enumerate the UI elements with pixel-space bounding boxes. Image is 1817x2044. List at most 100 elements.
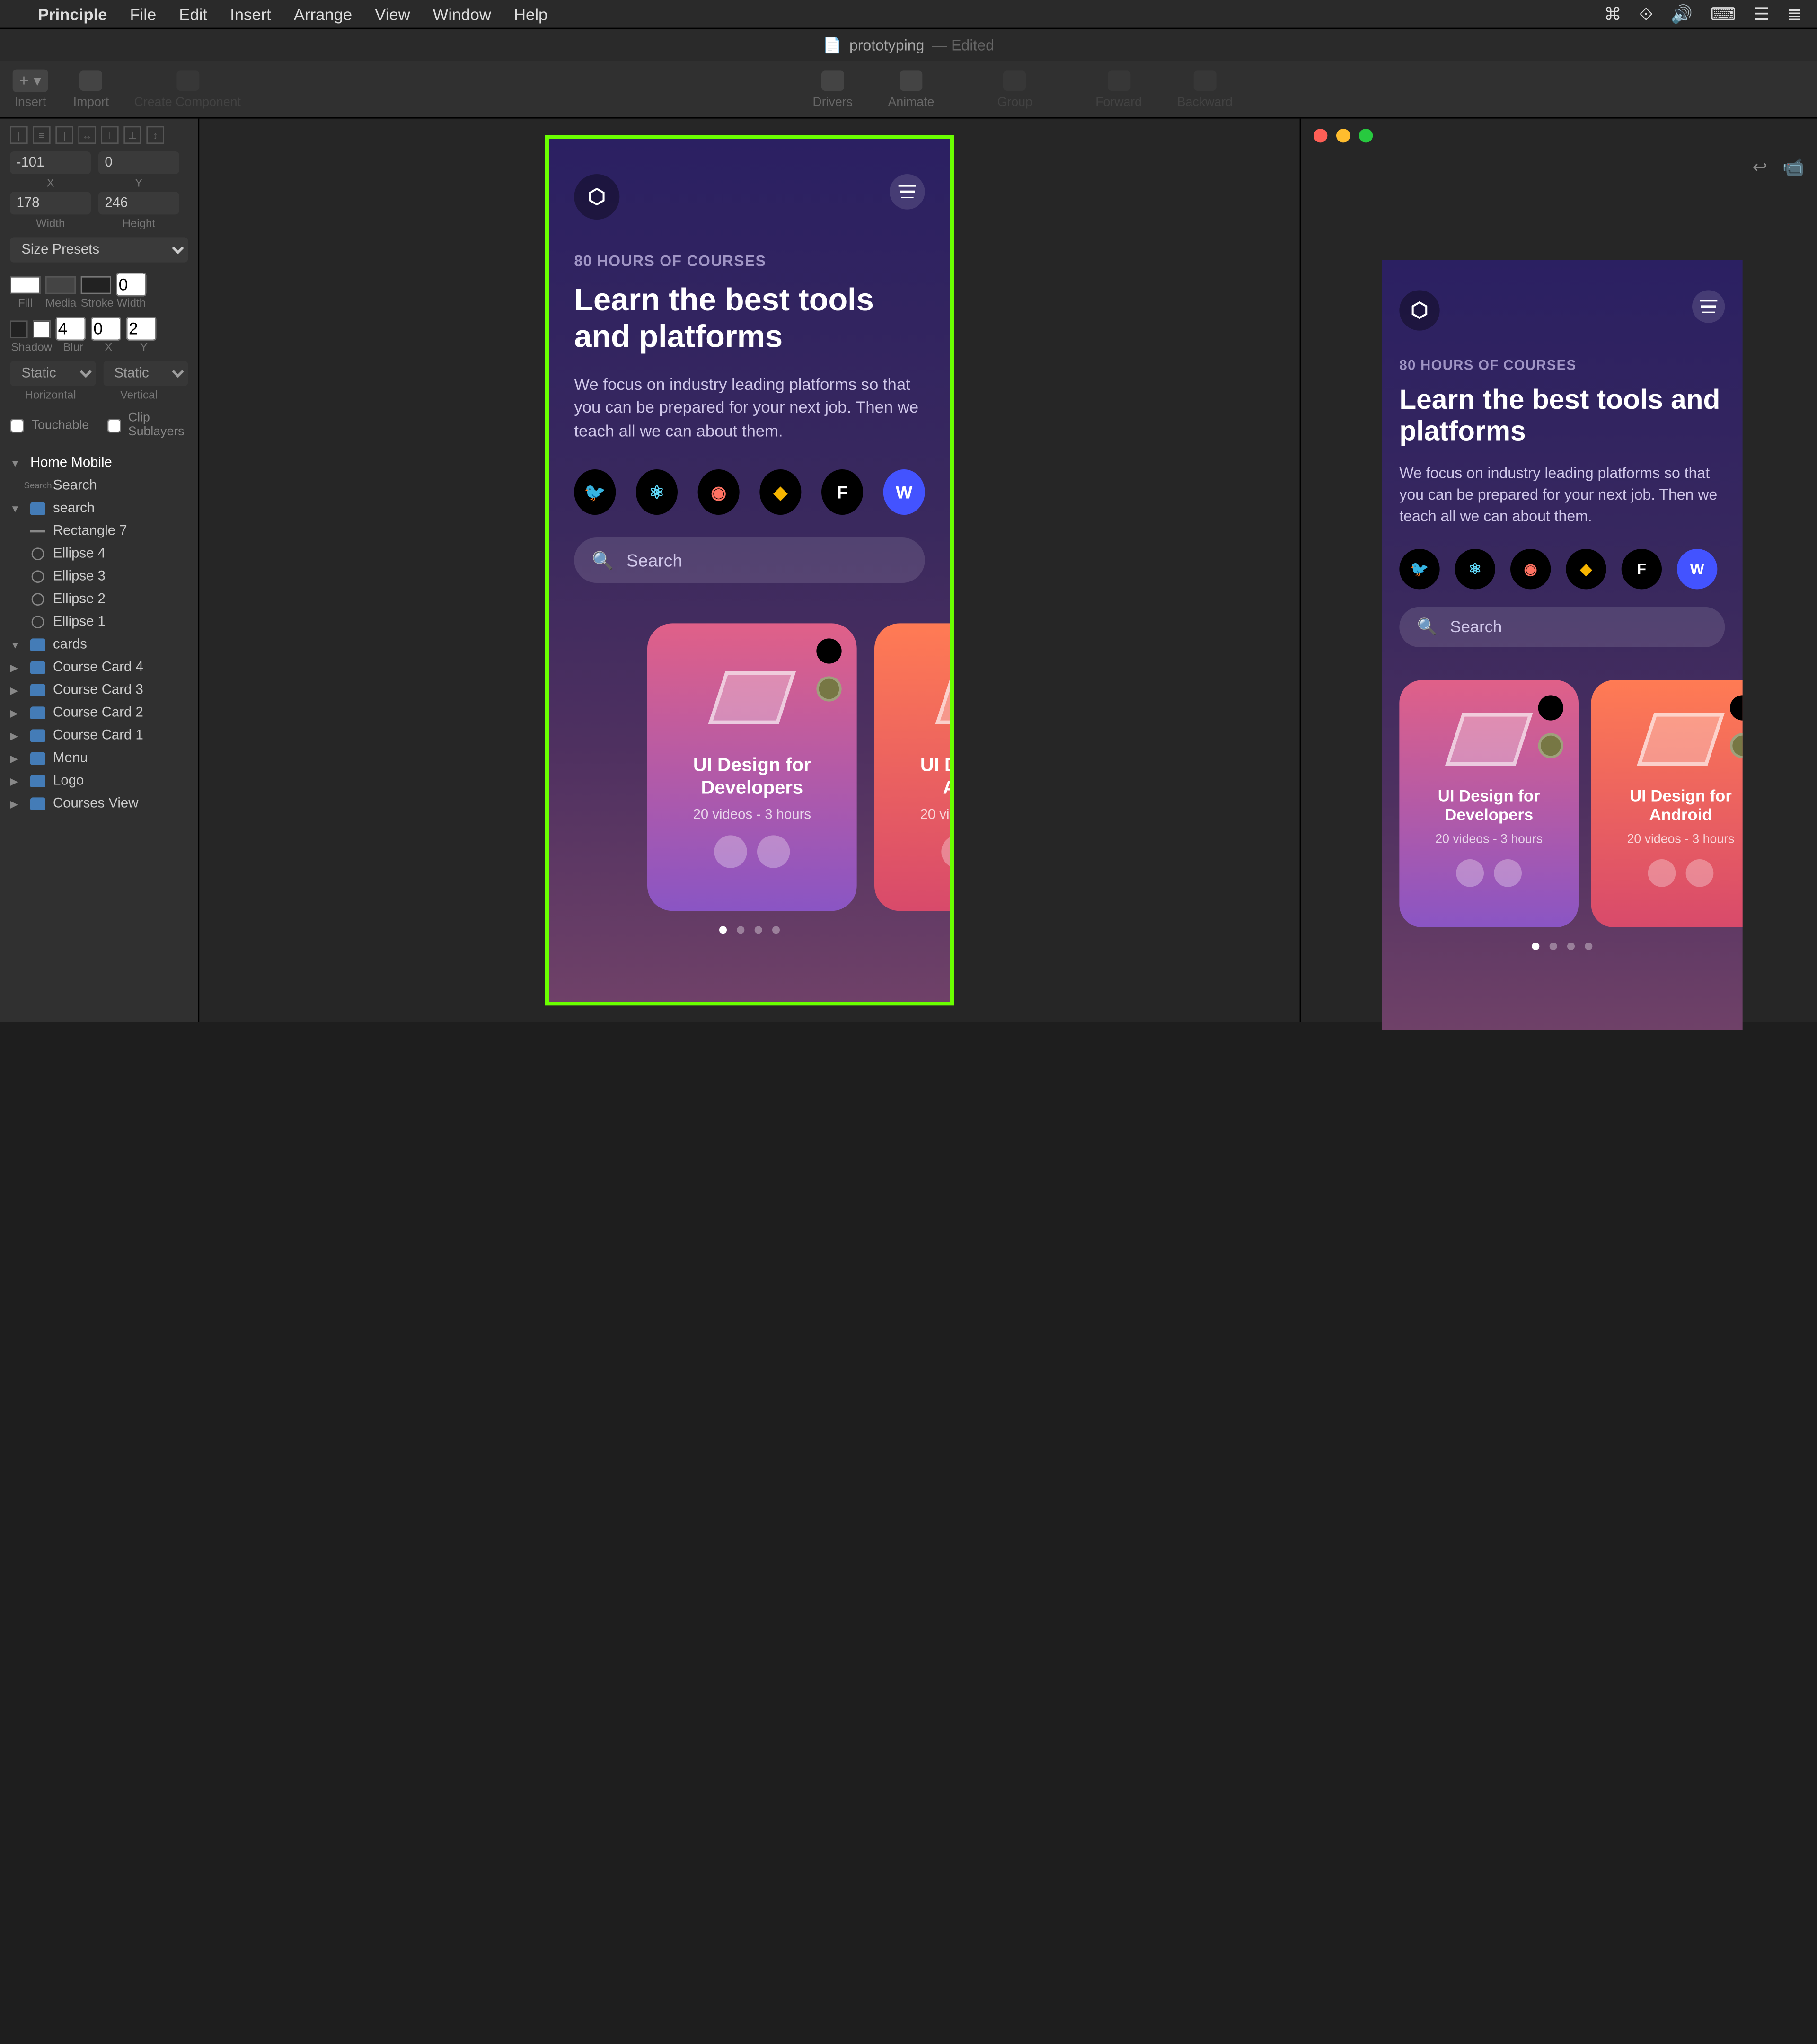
x-input[interactable] <box>10 151 91 174</box>
sketch-icon[interactable]: ◆ <box>759 469 801 515</box>
size-presets-select[interactable]: Size Presets <box>10 237 188 262</box>
animate-button[interactable]: Animate <box>888 68 935 110</box>
card-action-icon[interactable] <box>941 835 954 868</box>
shadow-y-input[interactable] <box>126 317 157 341</box>
layer-item[interactable]: Rectangle 7 <box>10 520 188 543</box>
card-title: UI Design for Developers <box>1414 786 1563 825</box>
swift-icon[interactable]: 🐦 <box>574 469 616 515</box>
search-icon: 🔍 <box>1417 617 1438 637</box>
layer-item[interactable]: Ellipse 1 <box>10 611 188 634</box>
layer-item[interactable]: ▶Course Card 4 <box>10 656 188 679</box>
layer-item[interactable]: ▼Home Mobile <box>10 452 188 475</box>
blur-input[interactable] <box>55 317 86 341</box>
search-icon: 🔍 <box>592 549 614 571</box>
webflow-icon[interactable]: W <box>1677 548 1717 589</box>
app-name[interactable]: Principle <box>38 4 107 23</box>
logo[interactable]: ⬡ <box>1399 290 1439 330</box>
card-action-icon[interactable] <box>1648 859 1676 887</box>
swift-icon[interactable]: 🐦 <box>1399 548 1439 589</box>
cards-row[interactable]: UI Design for Developers 20 videos - 3 h… <box>1399 680 1725 927</box>
vertical-select[interactable]: Static <box>103 361 188 386</box>
search-field[interactable]: 🔍 Search <box>1399 607 1725 647</box>
touchable-checkbox[interactable] <box>10 418 24 432</box>
menu-arrange[interactable]: Arrange <box>294 4 352 23</box>
layer-item[interactable]: ▶Menu <box>10 747 188 770</box>
canvas[interactable]: ⬡ 80 HOURS OF COURSES Learn the best too… <box>199 119 1299 1022</box>
menu-view[interactable]: View <box>375 4 410 23</box>
card-action-icon[interactable] <box>1686 859 1714 887</box>
sketch-icon[interactable]: ◆ <box>1566 548 1606 589</box>
shadow-toggle[interactable] <box>10 320 27 337</box>
card-action-icon[interactable] <box>757 835 790 868</box>
stroke-swatch[interactable] <box>81 276 111 293</box>
course-card-2[interactable]: UI Design for Android 20 videos - 3 hour… <box>1591 680 1743 927</box>
shadow-x-input[interactable] <box>91 317 121 341</box>
window-traffic-lights[interactable] <box>1314 129 1373 142</box>
figma-icon[interactable]: ◉ <box>1510 548 1551 589</box>
course-card-2[interactable]: UI Design for Android 20 videos - 3 hour… <box>874 623 954 911</box>
card-illustration <box>1606 692 1743 785</box>
clip-checkbox[interactable] <box>107 418 121 432</box>
page-dots[interactable] <box>574 926 925 934</box>
import-button[interactable]: Import <box>73 68 109 110</box>
course-card-1[interactable]: UI Design for Developers 20 videos - 3 h… <box>1399 680 1579 927</box>
figma-icon[interactable]: ◉ <box>698 469 740 515</box>
layer-item[interactable]: Ellipse 4 <box>10 543 188 565</box>
fill-swatch[interactable] <box>10 276 40 293</box>
menu-window[interactable]: Window <box>433 4 491 23</box>
status-icon[interactable]: ⟐ <box>1639 3 1653 25</box>
height-input[interactable] <box>98 192 179 214</box>
width-input[interactable] <box>10 192 91 214</box>
react-icon[interactable]: ⚛ <box>636 469 678 515</box>
align-bar[interactable]: |≡|↔⊤⊥↕ <box>10 126 188 144</box>
card-action-icon[interactable] <box>1456 859 1484 887</box>
status-icon[interactable]: ⌨ <box>1711 3 1736 25</box>
menu-edit[interactable]: Edit <box>179 4 207 23</box>
shadow-color[interactable] <box>33 320 50 337</box>
record-icon[interactable]: 📹 <box>1782 157 1805 178</box>
hamburger-icon[interactable] <box>890 174 925 210</box>
framer-icon[interactable]: F <box>821 469 863 515</box>
status-volume-icon[interactable]: 🔊 <box>1671 3 1693 25</box>
card-title: UI Design for Android <box>1606 786 1743 825</box>
layer-item[interactable]: Ellipse 2 <box>10 588 188 611</box>
status-icon[interactable]: ≣ <box>1787 3 1802 25</box>
layer-item[interactable]: ▶Course Card 3 <box>10 679 188 702</box>
undo-icon[interactable]: ↩ <box>1753 157 1767 178</box>
layer-item[interactable]: ▶Logo <box>10 770 188 793</box>
artboard-home-mobile[interactable]: ⬡ 80 HOURS OF COURSES Learn the best too… <box>545 135 954 1005</box>
layer-item[interactable]: ▶Course Card 1 <box>10 724 188 747</box>
status-icon[interactable]: ⌘ <box>1604 3 1621 25</box>
layer-item[interactable]: Ellipse 3 <box>10 565 188 588</box>
layer-item[interactable]: ▼cards <box>10 634 188 656</box>
layer-item[interactable]: SearchSearch <box>10 475 188 497</box>
cards-row[interactable]: UI Design for Developers 20 videos - 3 h… <box>574 623 925 911</box>
course-card-1[interactable]: UI Design for Developers 20 videos - 3 h… <box>647 623 857 911</box>
logo[interactable]: ⬡ <box>574 174 619 220</box>
layer-item[interactable]: ▶Courses View <box>10 793 188 815</box>
forward-button: Forward <box>1095 68 1142 110</box>
framer-icon[interactable]: F <box>1622 548 1662 589</box>
layer-item[interactable]: ▼search <box>10 497 188 520</box>
page-dots[interactable] <box>1399 942 1725 950</box>
x-label: X <box>10 176 91 189</box>
hamburger-icon[interactable] <box>1692 290 1725 323</box>
react-icon[interactable]: ⚛ <box>1455 548 1495 589</box>
search-field[interactable]: 🔍 Search <box>574 537 925 583</box>
stroke-width-input[interactable] <box>116 273 146 297</box>
card-action-icon[interactable] <box>714 835 747 868</box>
horizontal-select[interactable]: Static <box>10 361 95 386</box>
menu-help[interactable]: Help <box>514 4 547 23</box>
card-action-icon[interactable] <box>1494 859 1522 887</box>
insert-button[interactable]: + ▾ Insert <box>13 68 48 110</box>
media-swatch[interactable] <box>45 276 76 293</box>
status-icon[interactable]: ☰ <box>1754 3 1770 25</box>
layer-item[interactable]: ▶Course Card 2 <box>10 702 188 724</box>
menu-insert[interactable]: Insert <box>230 4 271 23</box>
menu-file[interactable]: File <box>130 4 156 23</box>
y-input[interactable] <box>98 151 179 174</box>
webflow-icon[interactable]: W <box>883 469 925 515</box>
preview-artboard[interactable]: ⬡ 80 HOURS OF COURSES Learn the best too… <box>1382 260 1743 1030</box>
drivers-button[interactable]: Drivers <box>812 68 852 110</box>
sy-label: Y <box>129 341 159 353</box>
